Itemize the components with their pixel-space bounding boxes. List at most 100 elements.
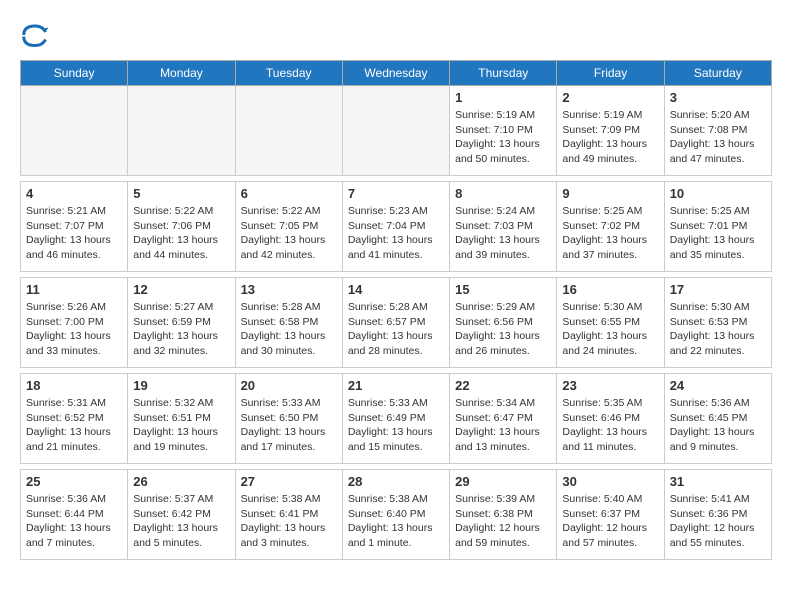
day-info: Sunrise: 5:25 AMSunset: 7:02 PMDaylight:… bbox=[562, 204, 658, 263]
calendar-cell: 20 Sunrise: 5:33 AMSunset: 6:50 PMDayligh… bbox=[235, 374, 342, 464]
week-row-3: 11 Sunrise: 5:26 AMSunset: 7:00 PMDayligh… bbox=[21, 278, 772, 368]
day-number: 14 bbox=[348, 282, 444, 297]
day-info: Sunrise: 5:34 AMSunset: 6:47 PMDaylight:… bbox=[455, 396, 551, 455]
day-info: Sunrise: 5:28 AMSunset: 6:58 PMDaylight:… bbox=[241, 300, 337, 359]
day-number: 17 bbox=[670, 282, 766, 297]
day-info: Sunrise: 5:19 AMSunset: 7:10 PMDaylight:… bbox=[455, 108, 551, 167]
day-number: 3 bbox=[670, 90, 766, 105]
calendar-cell: 22 Sunrise: 5:34 AMSunset: 6:47 PMDayligh… bbox=[450, 374, 557, 464]
day-info: Sunrise: 5:38 AMSunset: 6:41 PMDaylight:… bbox=[241, 492, 337, 551]
col-header-thursday: Thursday bbox=[450, 61, 557, 86]
day-number: 22 bbox=[455, 378, 551, 393]
day-number: 29 bbox=[455, 474, 551, 489]
day-number: 10 bbox=[670, 186, 766, 201]
day-info: Sunrise: 5:39 AMSunset: 6:38 PMDaylight:… bbox=[455, 492, 551, 551]
calendar-cell: 3 Sunrise: 5:20 AMSunset: 7:08 PMDaylight… bbox=[664, 86, 771, 176]
day-number: 24 bbox=[670, 378, 766, 393]
day-info: Sunrise: 5:21 AMSunset: 7:07 PMDaylight:… bbox=[26, 204, 122, 263]
calendar-cell: 2 Sunrise: 5:19 AMSunset: 7:09 PMDaylight… bbox=[557, 86, 664, 176]
day-info: Sunrise: 5:40 AMSunset: 6:37 PMDaylight:… bbox=[562, 492, 658, 551]
day-number: 9 bbox=[562, 186, 658, 201]
day-info: Sunrise: 5:20 AMSunset: 7:08 PMDaylight:… bbox=[670, 108, 766, 167]
day-info: Sunrise: 5:25 AMSunset: 7:01 PMDaylight:… bbox=[670, 204, 766, 263]
calendar-cell: 8 Sunrise: 5:24 AMSunset: 7:03 PMDaylight… bbox=[450, 182, 557, 272]
calendar-cell: 25Sunrise: 5:36 AMSunset: 6:44 PMDayligh… bbox=[21, 470, 128, 560]
calendar-cell: 28Sunrise: 5:38 AMSunset: 6:40 PMDayligh… bbox=[342, 470, 449, 560]
calendar-cell: 10 Sunrise: 5:25 AMSunset: 7:01 PMDayligh… bbox=[664, 182, 771, 272]
day-info: Sunrise: 5:19 AMSunset: 7:09 PMDaylight:… bbox=[562, 108, 658, 167]
day-info: Sunrise: 5:28 AMSunset: 6:57 PMDaylight:… bbox=[348, 300, 444, 359]
calendar-cell: 24 Sunrise: 5:36 AMSunset: 6:45 PMDayligh… bbox=[664, 374, 771, 464]
day-number: 6 bbox=[241, 186, 337, 201]
day-number: 5 bbox=[133, 186, 229, 201]
col-header-saturday: Saturday bbox=[664, 61, 771, 86]
week-row-2: 4 Sunrise: 5:21 AMSunset: 7:07 PMDaylight… bbox=[21, 182, 772, 272]
calendar-cell: 18 Sunrise: 5:31 AMSunset: 6:52 PMDayligh… bbox=[21, 374, 128, 464]
col-header-tuesday: Tuesday bbox=[235, 61, 342, 86]
calendar-cell bbox=[21, 86, 128, 176]
calendar-cell: 31Sunrise: 5:41 AMSunset: 6:36 PMDayligh… bbox=[664, 470, 771, 560]
calendar-cell: 19 Sunrise: 5:32 AMSunset: 6:51 PMDayligh… bbox=[128, 374, 235, 464]
day-info: Sunrise: 5:32 AMSunset: 6:51 PMDaylight:… bbox=[133, 396, 229, 455]
calendar-cell: 26Sunrise: 5:37 AMSunset: 6:42 PMDayligh… bbox=[128, 470, 235, 560]
calendar-cell: 23 Sunrise: 5:35 AMSunset: 6:46 PMDayligh… bbox=[557, 374, 664, 464]
logo bbox=[20, 20, 54, 50]
calendar-cell: 12 Sunrise: 5:27 AMSunset: 6:59 PMDayligh… bbox=[128, 278, 235, 368]
day-number: 19 bbox=[133, 378, 229, 393]
day-info: Sunrise: 5:27 AMSunset: 6:59 PMDaylight:… bbox=[133, 300, 229, 359]
day-info: Sunrise: 5:26 AMSunset: 7:00 PMDaylight:… bbox=[26, 300, 122, 359]
day-number: 13 bbox=[241, 282, 337, 297]
day-number: 25 bbox=[26, 474, 122, 489]
day-number: 23 bbox=[562, 378, 658, 393]
calendar-cell bbox=[235, 86, 342, 176]
calendar-cell: 13 Sunrise: 5:28 AMSunset: 6:58 PMDayligh… bbox=[235, 278, 342, 368]
day-info: Sunrise: 5:23 AMSunset: 7:04 PMDaylight:… bbox=[348, 204, 444, 263]
day-number: 28 bbox=[348, 474, 444, 489]
calendar-cell: 17 Sunrise: 5:30 AMSunset: 6:53 PMDayligh… bbox=[664, 278, 771, 368]
day-info: Sunrise: 5:33 AMSunset: 6:49 PMDaylight:… bbox=[348, 396, 444, 455]
day-info: Sunrise: 5:31 AMSunset: 6:52 PMDaylight:… bbox=[26, 396, 122, 455]
calendar-cell: 7 Sunrise: 5:23 AMSunset: 7:04 PMDaylight… bbox=[342, 182, 449, 272]
day-info: Sunrise: 5:29 AMSunset: 6:56 PMDaylight:… bbox=[455, 300, 551, 359]
calendar-cell: 27Sunrise: 5:38 AMSunset: 6:41 PMDayligh… bbox=[235, 470, 342, 560]
day-number: 12 bbox=[133, 282, 229, 297]
day-info: Sunrise: 5:37 AMSunset: 6:42 PMDaylight:… bbox=[133, 492, 229, 551]
day-number: 8 bbox=[455, 186, 551, 201]
week-row-5: 25Sunrise: 5:36 AMSunset: 6:44 PMDayligh… bbox=[21, 470, 772, 560]
col-header-sunday: Sunday bbox=[21, 61, 128, 86]
day-number: 18 bbox=[26, 378, 122, 393]
calendar-cell: 15Sunrise: 5:29 AMSunset: 6:56 PMDayligh… bbox=[450, 278, 557, 368]
calendar-cell: 21Sunrise: 5:33 AMSunset: 6:49 PMDayligh… bbox=[342, 374, 449, 464]
day-info: Sunrise: 5:22 AMSunset: 7:06 PMDaylight:… bbox=[133, 204, 229, 263]
calendar-cell: 5 Sunrise: 5:22 AMSunset: 7:06 PMDaylight… bbox=[128, 182, 235, 272]
calendar-table: SundayMondayTuesdayWednesdayThursdayFrid… bbox=[20, 60, 772, 560]
day-info: Sunrise: 5:41 AMSunset: 6:36 PMDaylight:… bbox=[670, 492, 766, 551]
col-header-wednesday: Wednesday bbox=[342, 61, 449, 86]
calendar-cell: 29 Sunrise: 5:39 AMSunset: 6:38 PMDayligh… bbox=[450, 470, 557, 560]
week-row-4: 18 Sunrise: 5:31 AMSunset: 6:52 PMDayligh… bbox=[21, 374, 772, 464]
day-info: Sunrise: 5:33 AMSunset: 6:50 PMDaylight:… bbox=[241, 396, 337, 455]
day-number: 2 bbox=[562, 90, 658, 105]
calendar-cell bbox=[128, 86, 235, 176]
calendar-cell: 4 Sunrise: 5:21 AMSunset: 7:07 PMDaylight… bbox=[21, 182, 128, 272]
header-row: SundayMondayTuesdayWednesdayThursdayFrid… bbox=[21, 61, 772, 86]
day-number: 4 bbox=[26, 186, 122, 201]
day-info: Sunrise: 5:36 AMSunset: 6:45 PMDaylight:… bbox=[670, 396, 766, 455]
day-info: Sunrise: 5:35 AMSunset: 6:46 PMDaylight:… bbox=[562, 396, 658, 455]
day-number: 20 bbox=[241, 378, 337, 393]
day-number: 1 bbox=[455, 90, 551, 105]
week-row-1: 1 Sunrise: 5:19 AMSunset: 7:10 PMDaylight… bbox=[21, 86, 772, 176]
col-header-monday: Monday bbox=[128, 61, 235, 86]
day-info: Sunrise: 5:22 AMSunset: 7:05 PMDaylight:… bbox=[241, 204, 337, 263]
col-header-friday: Friday bbox=[557, 61, 664, 86]
day-number: 11 bbox=[26, 282, 122, 297]
day-info: Sunrise: 5:24 AMSunset: 7:03 PMDaylight:… bbox=[455, 204, 551, 263]
day-number: 7 bbox=[348, 186, 444, 201]
logo-icon bbox=[20, 20, 50, 50]
calendar-cell: 11 Sunrise: 5:26 AMSunset: 7:00 PMDayligh… bbox=[21, 278, 128, 368]
day-info: Sunrise: 5:30 AMSunset: 6:53 PMDaylight:… bbox=[670, 300, 766, 359]
day-number: 30 bbox=[562, 474, 658, 489]
day-info: Sunrise: 5:30 AMSunset: 6:55 PMDaylight:… bbox=[562, 300, 658, 359]
calendar-cell: 6 Sunrise: 5:22 AMSunset: 7:05 PMDaylight… bbox=[235, 182, 342, 272]
calendar-cell: 14 Sunrise: 5:28 AMSunset: 6:57 PMDayligh… bbox=[342, 278, 449, 368]
